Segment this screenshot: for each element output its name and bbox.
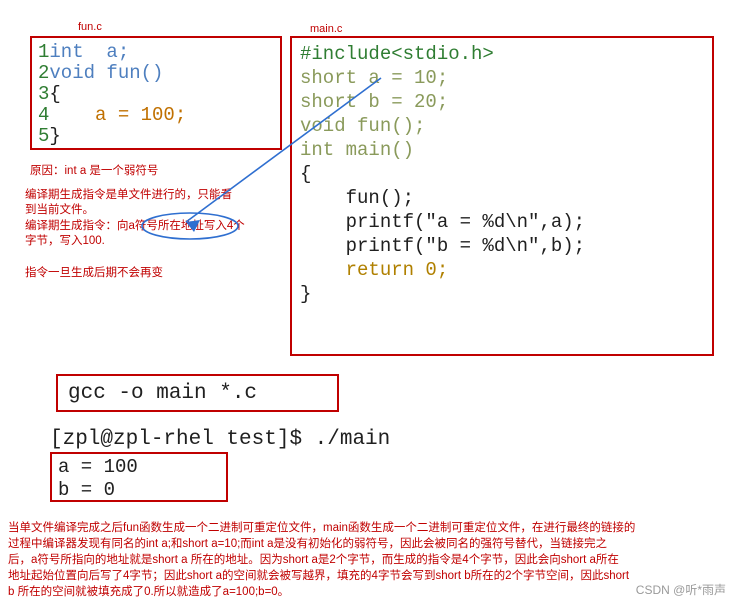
fun-code-line: 4 a = 100; xyxy=(38,105,274,126)
main-code-line: void fun(); xyxy=(300,115,426,137)
bottom-explanation: 当单文件编译完成之后fun函数生成一个二进制可重定位文件，main函数生成一个二… xyxy=(8,520,726,600)
shell-prompt-line: [zpl@zpl-rhel test]$ ./main xyxy=(50,428,391,451)
fun-c-code-box: 1int a; 2void fun() 3{ 4 a = 100; 5} xyxy=(30,36,282,150)
annotation-compile-2: 到当前文件。 xyxy=(25,204,94,216)
output-line-a: a = 100 xyxy=(58,456,138,478)
main-code-line: } xyxy=(300,283,312,305)
bottom-line: b 所在的空间就被填充成了0.所以就造成了a=100;b=0。 xyxy=(8,586,290,598)
fun-code-line: 5} xyxy=(38,126,274,147)
annotation-final: 指令一旦生成后期不会再变 xyxy=(25,267,163,279)
program-output-box: a = 100 b = 0 xyxy=(50,452,228,502)
bottom-line: 地址起始位置向后写了4字节；因此short a的空间就会被写越界，填充的4字节会… xyxy=(8,570,630,582)
main-code-line: { xyxy=(300,163,312,185)
csdn-watermark: CSDN @听*雨声 xyxy=(635,583,726,597)
caption-main-c: main.c xyxy=(310,23,343,35)
annotation-reason: 原因：int a 是一个弱符号 xyxy=(30,165,159,177)
bottom-line: 当单文件编译完成之后fun函数生成一个二进制可重定位文件，main函数生成一个二… xyxy=(8,522,636,534)
output-line-b: b = 0 xyxy=(58,479,116,501)
fun-code-line: 1int a; xyxy=(38,42,274,63)
gcc-command-box: gcc -o main *.c xyxy=(56,374,339,412)
annotation-compile-1: 编译期生成指令是单文件进行的，只能看 xyxy=(25,189,232,201)
main-code-line: short b = 20; xyxy=(300,91,449,113)
line-number: 5 xyxy=(38,125,50,147)
main-c-code-box: #include<stdio.h> short a = 10; short b … xyxy=(290,36,714,356)
main-code-line: printf("a = %d\n",a); xyxy=(300,211,586,233)
caption-fun-c: fun.c xyxy=(78,21,102,33)
line-code: int a; xyxy=(49,41,130,63)
main-code-line: printf("b = %d\n",b); xyxy=(300,235,586,257)
bottom-line: 后，a符号所指向的地址就是short a 所在的地址。因为short a是2个字… xyxy=(8,554,619,566)
main-code-line: int main() xyxy=(300,139,415,161)
fun-code-line: 3{ xyxy=(38,84,274,105)
main-code-line: short a = 10; xyxy=(300,67,449,89)
annotation-instruction-2: 字节，写入100. xyxy=(25,235,105,247)
annotation-instruction-1: 编译期生成指令：向a符号所在地址写入4个 xyxy=(25,220,245,232)
main-code-line: return 0; xyxy=(300,259,449,281)
line-code: } xyxy=(49,125,61,147)
main-code-line: #include<stdio.h> xyxy=(300,43,494,65)
line-code: { xyxy=(49,83,61,105)
main-code-line: fun(); xyxy=(300,187,415,209)
gcc-command-text: gcc -o main *.c xyxy=(68,381,258,405)
line-code: a = 100; xyxy=(49,104,187,126)
line-number: 1 xyxy=(38,41,50,63)
line-number: 3 xyxy=(38,83,50,105)
bottom-line: 过程中编译器发现有同名的int a;和short a=10;而int a是没有初… xyxy=(8,538,608,550)
fun-code-line: 2void fun() xyxy=(38,63,274,84)
line-number: 4 xyxy=(38,104,50,126)
line-number: 2 xyxy=(38,62,50,84)
line-code: void fun() xyxy=(49,62,164,84)
